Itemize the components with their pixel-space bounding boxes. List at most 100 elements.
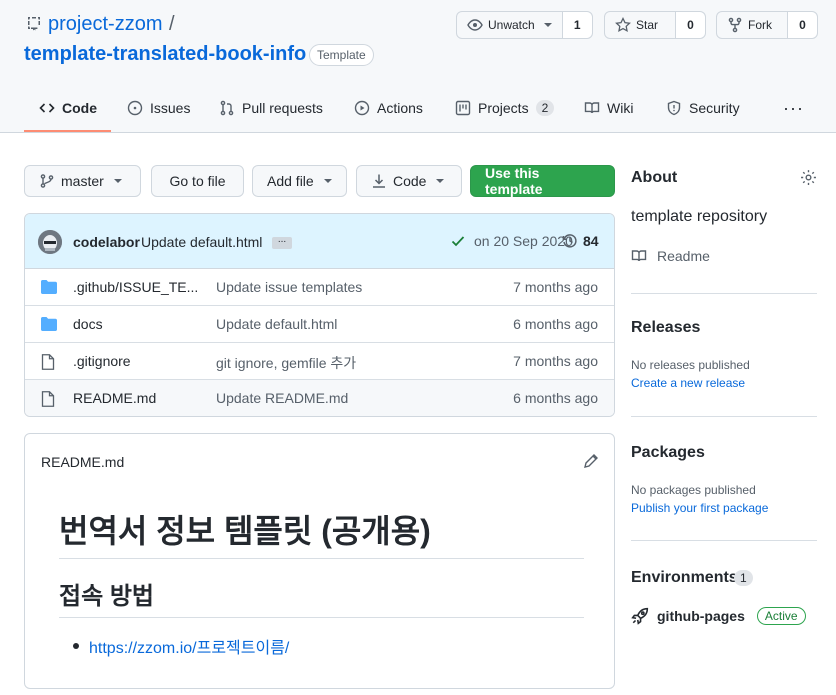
readme-box: README.md 번역서 정보 템플릿 (공개용) 접속 방법 https:/… <box>24 433 615 689</box>
chevron-down-icon <box>113 179 122 183</box>
use-template-button[interactable]: Use this template <box>470 165 615 197</box>
file-name-link[interactable]: .gitignore <box>73 353 131 369</box>
commit-author-link[interactable]: codelabor <box>73 234 140 250</box>
environments-heading[interactable]: Environments <box>631 569 738 587</box>
tab-security-label: Security <box>689 100 740 116</box>
commit-date-text: on 20 Sep 2020 <box>474 233 573 249</box>
shield-icon <box>667 100 681 116</box>
go-to-file-button[interactable]: Go to file <box>151 165 244 197</box>
packages-heading[interactable]: Packages <box>631 444 705 462</box>
commit-message-link[interactable]: Update default.html <box>141 234 262 250</box>
create-release-link[interactable]: Create a new release <box>631 376 745 390</box>
watch-count[interactable]: 1 <box>561 12 592 38</box>
tab-pull-requests[interactable]: Pull requests <box>219 93 323 123</box>
template-repo-icon <box>26 16 42 35</box>
unwatch-label: Unwatch <box>488 18 535 32</box>
divider <box>631 293 817 294</box>
status-badge: Active <box>756 607 806 625</box>
file-row[interactable]: .github/ISSUE_TE... Update issue templat… <box>25 269 614 306</box>
file-commit-message[interactable]: Update default.html <box>216 316 337 332</box>
star-icon <box>615 17 631 33</box>
file-name-link[interactable]: README.md <box>73 390 156 406</box>
tab-actions[interactable]: Actions <box>354 93 423 123</box>
divider <box>631 540 817 541</box>
pencil-icon[interactable] <box>583 453 599 472</box>
file-row[interactable]: docs Update default.html 6 months ago <box>25 306 614 343</box>
packages-empty-text: No packages published <box>631 483 756 497</box>
tab-wiki[interactable]: Wiki <box>584 93 633 123</box>
tab-wiki-label: Wiki <box>607 100 634 116</box>
history-icon <box>562 234 577 248</box>
fork-button[interactable]: Fork 0 <box>716 11 818 39</box>
path-separator: / <box>169 13 175 35</box>
file-icon <box>41 391 55 407</box>
tab-issues[interactable]: Issues <box>127 93 190 123</box>
download-icon <box>373 174 385 188</box>
chevron-down-icon <box>543 23 552 27</box>
tab-code[interactable]: Code <box>39 93 97 123</box>
repo-owner-link[interactable]: project-zzom <box>48 13 162 36</box>
star-button[interactable]: Star 0 <box>604 11 706 39</box>
tab-actions-label: Actions <box>377 100 423 116</box>
file-commit-message[interactable]: Update README.md <box>216 390 348 406</box>
file-age: 7 months ago <box>513 279 598 295</box>
file-row[interactable]: README.md Update README.md 6 months ago <box>25 380 614 416</box>
tab-pull-requests-label: Pull requests <box>242 100 323 116</box>
tab-code-label: Code <box>62 100 97 116</box>
bullet <box>73 643 79 649</box>
eye-icon <box>467 19 483 31</box>
go-to-file-label: Go to file <box>169 173 226 189</box>
readme-heading-2: 접속 방법 <box>59 576 584 618</box>
publish-package-link[interactable]: Publish your first package <box>631 501 768 515</box>
tab-issues-label: Issues <box>150 100 191 116</box>
play-icon <box>354 100 370 116</box>
code-icon <box>39 103 55 113</box>
project-icon <box>455 100 471 116</box>
add-file-button[interactable]: Add file <box>252 165 347 197</box>
environments-counter: 1 <box>734 570 753 586</box>
file-list: codelabor Update default.html ... on 20 … <box>24 213 615 417</box>
folder-icon <box>41 317 57 331</box>
environment-item[interactable]: github-pages Active <box>631 607 806 625</box>
sidebar-readme-link[interactable]: Readme <box>631 248 710 264</box>
releases-heading[interactable]: Releases <box>631 319 700 337</box>
file-row[interactable]: .gitignore git ignore, gemfile 추가 7 mont… <box>25 343 614 380</box>
chevron-down-icon <box>323 179 332 183</box>
file-age: 6 months ago <box>513 390 598 406</box>
commit-expand-button[interactable]: ... <box>272 235 292 249</box>
fork-count[interactable]: 0 <box>787 12 817 38</box>
readme-link[interactable]: https://zzom.io/프로젝트이름/ <box>89 634 289 658</box>
star-label: Star <box>636 18 659 32</box>
commit-date: on 20 Sep 2020 <box>450 233 573 249</box>
repo-name-link[interactable]: template-translated-book-info <box>24 43 306 66</box>
tab-security[interactable]: Security <box>666 93 740 123</box>
code-download-button[interactable]: Code <box>356 165 462 197</box>
branch-icon <box>40 174 54 188</box>
rocket-icon <box>631 607 649 625</box>
issue-icon <box>127 100 143 116</box>
about-heading: About <box>631 169 678 186</box>
commit-history-link[interactable]: 84 <box>562 233 599 249</box>
branch-select-button[interactable]: master <box>24 165 141 197</box>
about-description: template repository <box>631 208 768 225</box>
avatar[interactable] <box>38 230 62 254</box>
unwatch-button[interactable]: Unwatch 1 <box>456 11 593 39</box>
file-commit-message[interactable]: Update issue templates <box>216 279 362 295</box>
check-icon <box>451 236 465 247</box>
file-commit-message[interactable]: git ignore, gemfile 추가 <box>216 353 356 373</box>
file-name-link[interactable]: .github/ISSUE_TE... <box>73 279 198 295</box>
latest-commit-bar: codelabor Update default.html ... on 20 … <box>25 214 614 269</box>
file-name-link[interactable]: docs <box>73 316 103 332</box>
template-badge: Template <box>309 44 374 66</box>
divider <box>631 416 817 417</box>
readme-title: README.md <box>41 454 125 470</box>
tab-projects-label: Projects <box>478 100 529 116</box>
folder-icon <box>41 280 57 294</box>
gear-icon[interactable] <box>800 169 817 189</box>
tab-projects[interactable]: Projects 2 <box>455 93 555 123</box>
branch-name: master <box>61 173 104 189</box>
chevron-down-icon <box>436 179 445 183</box>
readme-heading-1: 번역서 정보 템플릿 (공개용) <box>59 506 584 559</box>
star-count[interactable]: 0 <box>675 12 705 38</box>
more-tabs-button[interactable]: ··· <box>783 98 804 119</box>
